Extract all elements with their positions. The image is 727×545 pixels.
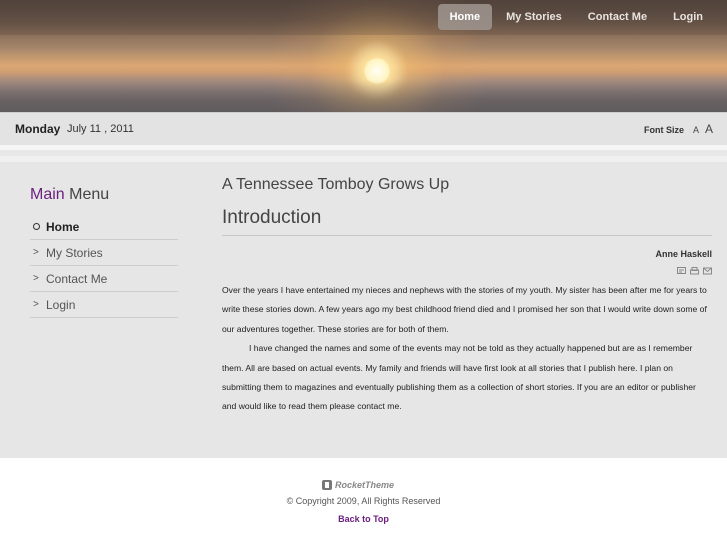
rocket-logo-icon [322, 480, 332, 490]
sidebar-item-login[interactable]: > Login [30, 292, 178, 318]
decorative-stripes [0, 145, 727, 172]
article: A Tennessee Tomboy Grows Up Introduction… [222, 176, 712, 417]
sidebar-item-home[interactable]: Home [30, 214, 178, 240]
footer: RocketTheme © Copyright 2009, All Rights… [0, 458, 727, 545]
copyright-text: © Copyright 2009, All Rights Reserved [286, 496, 441, 506]
horizon-shade [0, 80, 727, 112]
paragraph: I have changed the names and some of the… [222, 343, 696, 412]
day-label: Monday [15, 122, 61, 136]
font-size-label: Font Size [643, 125, 684, 135]
sidebar-item-label: Contact Me [46, 271, 108, 286]
main-menu-title-rest: Menu [64, 186, 110, 203]
rockettheme-logo[interactable]: RocketTheme [322, 480, 394, 490]
font-size-increase-button[interactable]: A [705, 122, 713, 136]
chevron-right-icon: > [33, 299, 39, 310]
sidebar: Main Menu Home > My Stories > Contact Me… [30, 186, 178, 318]
nav-contact-me[interactable]: Contact Me [576, 4, 659, 30]
nav-home[interactable]: Home [437, 4, 493, 30]
chevron-right-icon: > [33, 247, 39, 258]
font-size-decrease-button[interactable]: A [693, 125, 699, 135]
sidebar-item-label: Home [46, 219, 80, 234]
main-menu-title-accent: Main [30, 186, 65, 203]
sidebar-item-label: My Stories [46, 245, 103, 260]
article-tools [222, 262, 712, 275]
nav-my-stories[interactable]: My Stories [494, 4, 574, 30]
pdf-icon[interactable] [677, 262, 686, 274]
active-bullet-icon [33, 223, 40, 230]
page-title: Introduction [222, 207, 712, 236]
author-name: Anne Haskell [655, 249, 712, 259]
article-body: Over the years I have entertained my nie… [222, 281, 712, 417]
sidebar-item-my-stories[interactable]: > My Stories [30, 240, 178, 266]
paragraph: Over the years I have entertained my nie… [222, 285, 707, 334]
font-size-control: Font Size A A [644, 122, 713, 136]
top-navigation: Home My Stories Contact Me Login [436, 4, 715, 30]
sidebar-item-label: Login [46, 297, 76, 312]
header-banner: Home My Stories Contact Me Login [0, 0, 727, 112]
logo-text: RocketTheme [335, 480, 395, 490]
back-to-top-link[interactable]: Back to Top [0, 514, 727, 524]
print-icon[interactable] [690, 262, 699, 275]
date-bar: Monday July 11 , 2011 Font Size A A [0, 112, 727, 146]
site-title: A Tennessee Tomboy Grows Up [222, 176, 450, 193]
sidebar-item-contact-me[interactable]: > Contact Me [30, 266, 178, 292]
email-icon[interactable] [703, 262, 712, 275]
main-area: Main Menu Home > My Stories > Contact Me… [0, 172, 727, 458]
nav-login[interactable]: Login [661, 4, 715, 30]
main-menu-title: Main Menu [30, 186, 178, 204]
chevron-right-icon: > [33, 273, 39, 284]
date-label: July 11 , 2011 [67, 123, 134, 135]
